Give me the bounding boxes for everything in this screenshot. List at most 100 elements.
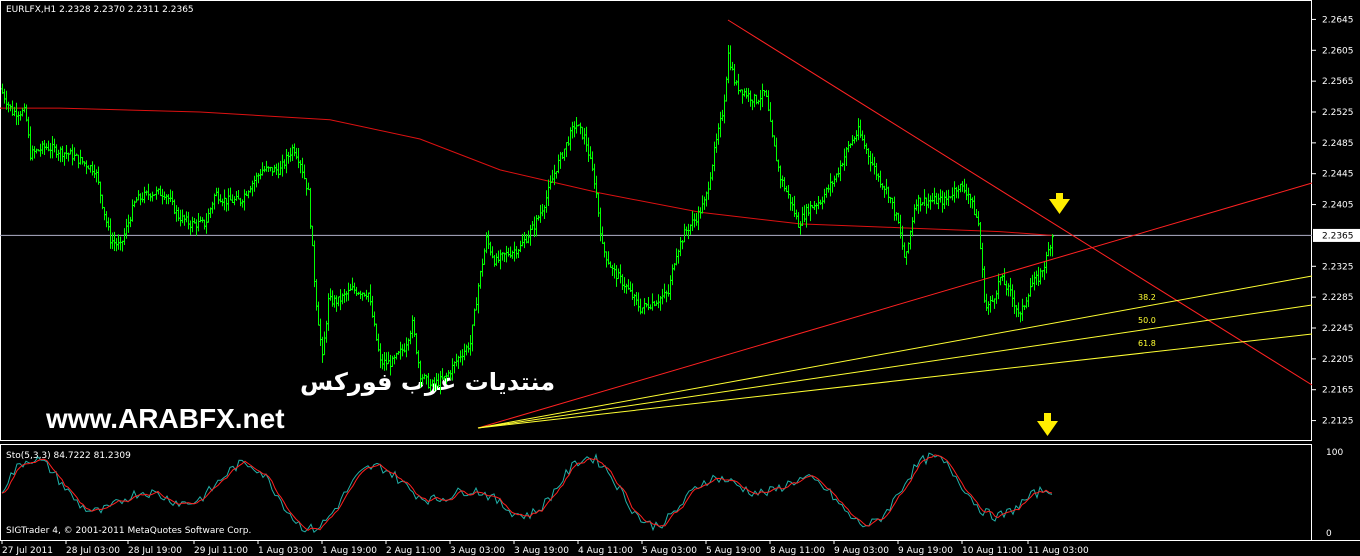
price-bar xyxy=(159,185,162,197)
price-bar xyxy=(573,121,576,138)
price-bar xyxy=(845,146,848,167)
price-bar xyxy=(205,213,208,234)
price-bar xyxy=(763,90,766,97)
price-bar xyxy=(657,294,660,309)
price-bar xyxy=(229,187,232,201)
price-bar xyxy=(717,123,720,145)
price-bar xyxy=(127,214,130,233)
price-bar xyxy=(55,144,58,158)
time-tick-label: 11 Aug 03:00 xyxy=(1028,546,1089,556)
price-tick-label: 2.2485 xyxy=(1322,139,1354,149)
price-bar xyxy=(7,101,10,113)
price-tick-label: 2.2285 xyxy=(1322,293,1354,303)
price-bar xyxy=(319,318,322,346)
price-bar xyxy=(547,179,550,207)
price-bar xyxy=(937,193,940,210)
price-bar xyxy=(877,173,880,182)
price-bar xyxy=(405,337,408,358)
price-bar xyxy=(493,254,496,267)
price-bar xyxy=(197,212,200,232)
price-bar xyxy=(63,152,66,166)
price-bar xyxy=(459,350,462,363)
price-bar xyxy=(121,240,124,252)
price-bar xyxy=(995,290,998,304)
price-bar xyxy=(745,87,748,99)
price-bar xyxy=(21,107,24,117)
price-bar xyxy=(865,143,868,155)
price-bar xyxy=(507,247,510,257)
price-bar xyxy=(761,83,764,108)
price-bar xyxy=(323,331,326,356)
stochastic-lines xyxy=(1,452,1053,534)
price-bar xyxy=(1031,274,1034,288)
price-bar xyxy=(463,343,466,361)
price-bar xyxy=(191,216,194,233)
price-bar xyxy=(29,126,32,161)
price-bar xyxy=(689,224,692,235)
price-bar xyxy=(291,144,294,161)
price-bar xyxy=(489,241,492,256)
time-tick-label: 9 Aug 19:00 xyxy=(898,546,953,556)
price-bar xyxy=(837,167,840,178)
price-bar xyxy=(237,190,240,200)
price-bar xyxy=(983,266,986,303)
price-bar xyxy=(565,142,568,158)
price-axis: 2.2645 2.2605 2.2565 2.2525 2.2485 2.2445 2.24… xyxy=(1312,15,1354,427)
price-bar xyxy=(891,197,894,210)
price-bar xyxy=(623,277,626,294)
down-arrow-icon xyxy=(1037,413,1058,436)
price-bar xyxy=(713,141,716,172)
price-bar xyxy=(777,159,780,172)
price-bar xyxy=(551,169,554,183)
price-bar xyxy=(707,181,710,200)
price-bar xyxy=(615,265,618,287)
current-price-tag: 2.2365 xyxy=(1313,228,1360,242)
price-bar xyxy=(71,144,74,166)
price-bar xyxy=(1035,270,1038,286)
price-bar xyxy=(203,219,206,230)
price-bar xyxy=(83,161,86,167)
price-bar xyxy=(795,209,798,220)
price-bar xyxy=(297,148,300,169)
price-bar xyxy=(143,186,146,204)
price-bar xyxy=(909,230,912,250)
price-tick-label: 2.2325 xyxy=(1322,262,1354,272)
price-bar xyxy=(275,163,278,175)
price-bar xyxy=(855,130,858,142)
price-bars xyxy=(1,45,1054,395)
price-bar xyxy=(729,45,732,71)
price-bar xyxy=(1051,234,1054,257)
price-bar xyxy=(885,178,888,195)
price-bar xyxy=(365,289,368,300)
price-bar xyxy=(625,283,628,294)
price-bar xyxy=(637,292,640,312)
price-bar xyxy=(751,99,754,111)
price-bar xyxy=(1011,284,1014,308)
price-bar xyxy=(705,191,708,207)
price-bar xyxy=(609,261,612,268)
price-bar xyxy=(737,73,740,95)
price-bar xyxy=(119,236,122,251)
price-bar xyxy=(411,315,414,339)
price-bar xyxy=(767,90,770,112)
price-bar xyxy=(579,122,582,135)
price-bar xyxy=(787,184,790,199)
price-bar xyxy=(971,197,974,209)
price-bar xyxy=(1021,298,1024,322)
price-bar xyxy=(747,88,750,102)
price-bar xyxy=(703,196,706,210)
time-tick-label: 5 Aug 19:00 xyxy=(706,546,761,556)
price-bar xyxy=(367,292,370,303)
price-bar xyxy=(313,240,316,288)
price-bar xyxy=(539,204,542,223)
price-tick-label: 2.2525 xyxy=(1322,108,1354,118)
time-tick-label: 28 Jul 03:00 xyxy=(66,546,120,556)
price-bar xyxy=(179,209,182,227)
time-tick-label: 9 Aug 03:00 xyxy=(834,546,889,556)
price-bar xyxy=(663,283,666,299)
price-bar xyxy=(875,163,878,180)
price-bar xyxy=(225,197,228,212)
price-bar xyxy=(679,237,682,257)
price-bar xyxy=(757,99,760,105)
price-bar xyxy=(107,217,110,231)
